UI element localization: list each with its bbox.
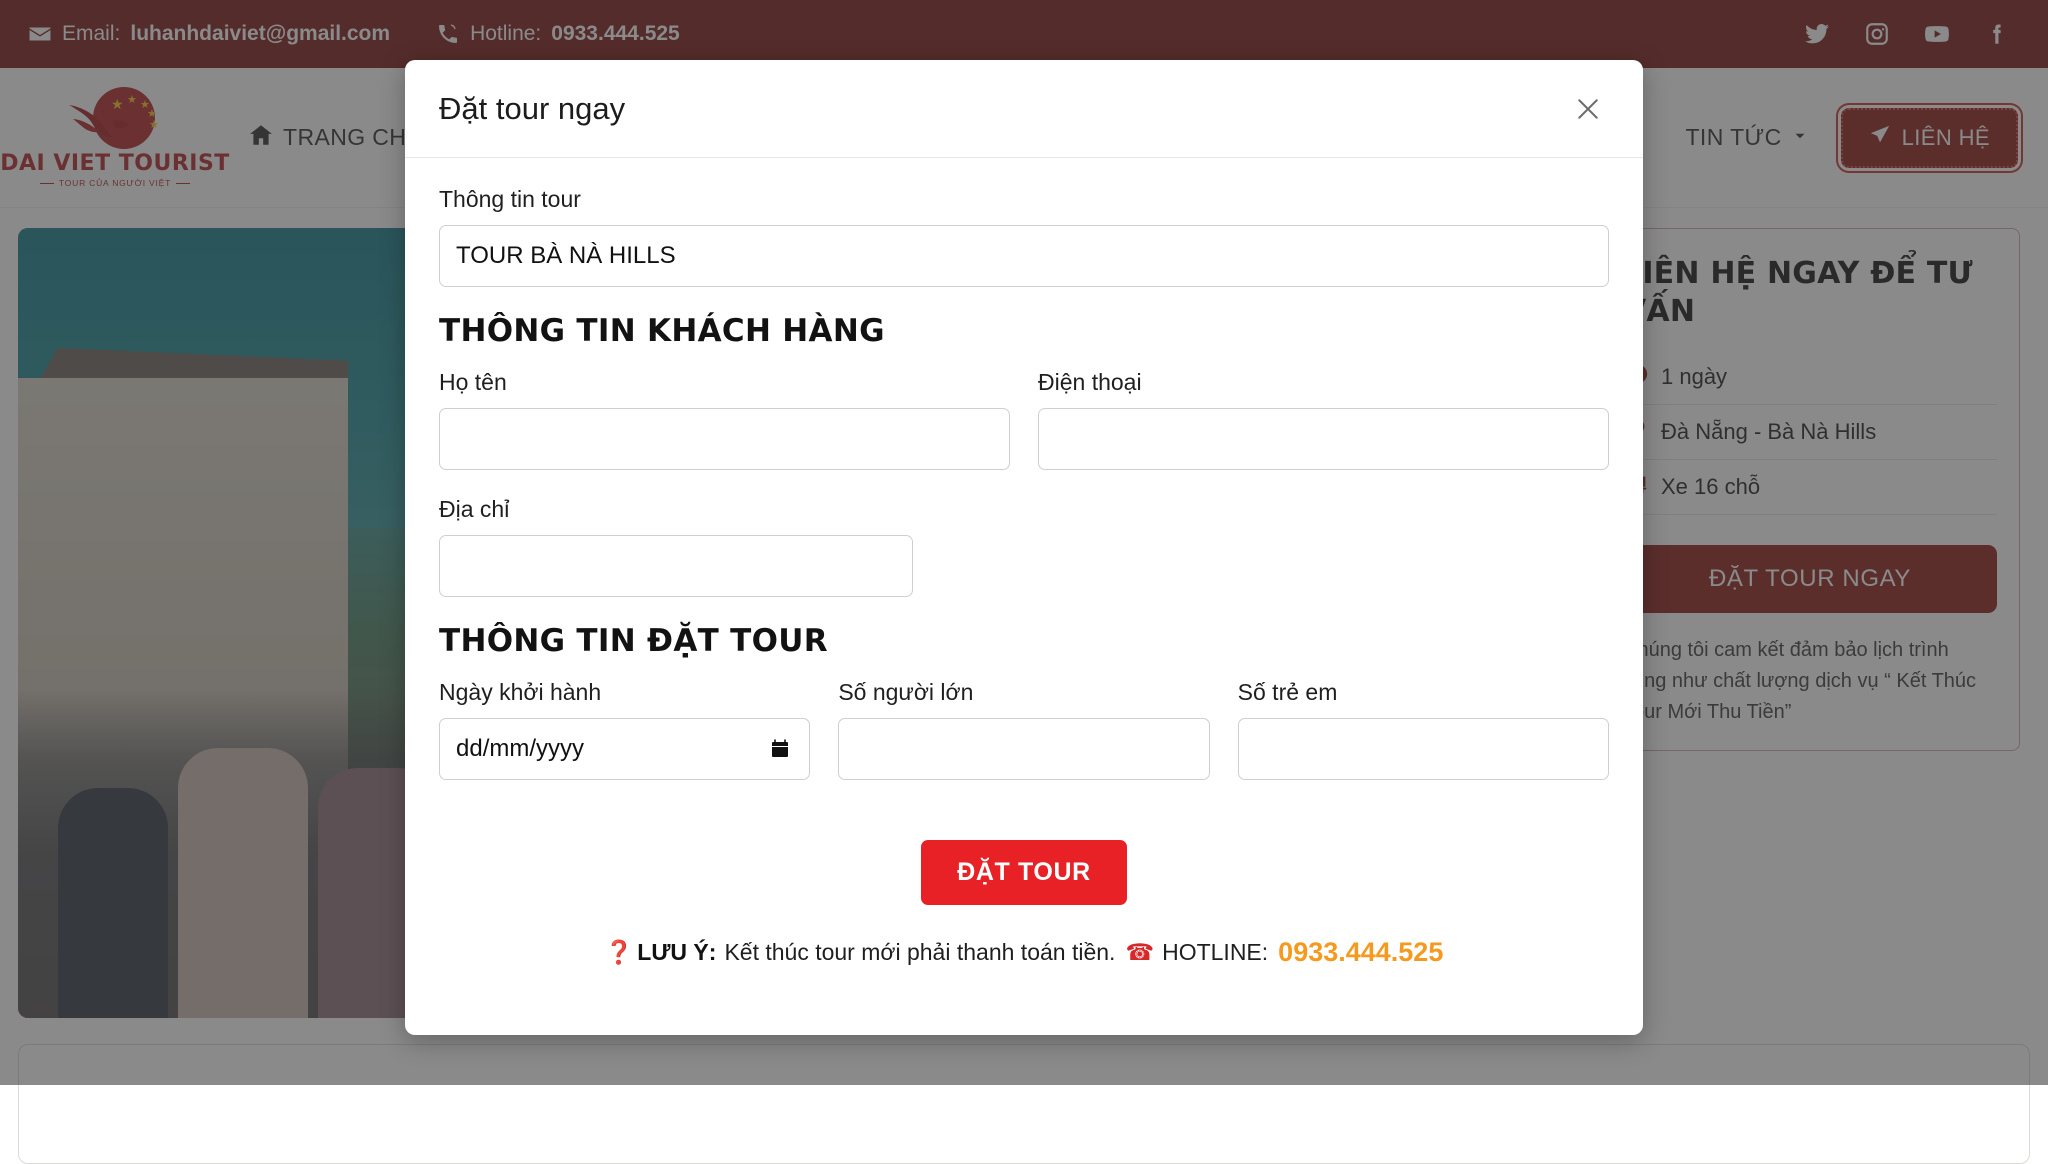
field-label-departure-date: Ngày khởi hành bbox=[439, 679, 810, 706]
address-input[interactable] bbox=[439, 535, 913, 597]
field-phone: Điện thoại bbox=[1038, 369, 1609, 470]
booking-row-1: Ngày khởi hành Số người lớn Số trẻ em bbox=[439, 679, 1609, 806]
footer-hotline-label: HOTLINE: bbox=[1162, 939, 1268, 966]
field-label-adults: Số người lớn bbox=[838, 679, 1209, 706]
modal-overlay[interactable]: Đặt tour ngay Thông tin tour THÔNG TIN K… bbox=[0, 0, 2048, 1085]
field-address: Địa chỉ bbox=[439, 496, 913, 597]
question-mark-icon: ❓ bbox=[605, 939, 634, 966]
close-icon[interactable] bbox=[1567, 88, 1609, 130]
footer-note-text: Kết thúc tour mới phải thanh toán tiền. bbox=[724, 939, 1115, 966]
field-label-phone: Điện thoại bbox=[1038, 369, 1609, 396]
submit-row: ĐẶT TOUR bbox=[439, 840, 1609, 905]
field-label-tour-info: Thông tin tour bbox=[439, 186, 1609, 213]
departure-date-input[interactable] bbox=[439, 718, 810, 780]
field-label-fullname: Họ tên bbox=[439, 369, 1010, 396]
field-label-address: Địa chỉ bbox=[439, 496, 913, 523]
footer-hotline-value: 0933.444.525 bbox=[1278, 937, 1443, 968]
customer-row-1: Họ tên Điện thoại bbox=[439, 369, 1609, 496]
modal-body: Thông tin tour THÔNG TIN KHÁCH HÀNG Họ t… bbox=[405, 158, 1643, 1035]
field-tour-info: Thông tin tour bbox=[439, 186, 1609, 287]
children-input[interactable] bbox=[1238, 718, 1609, 780]
phone-input[interactable] bbox=[1038, 408, 1609, 470]
fullname-input[interactable] bbox=[439, 408, 1010, 470]
tour-info-input[interactable] bbox=[439, 225, 1609, 287]
field-departure-date: Ngày khởi hành bbox=[439, 679, 810, 780]
modal-header: Đặt tour ngay bbox=[405, 60, 1643, 158]
adults-input[interactable] bbox=[838, 718, 1209, 780]
booking-modal: Đặt tour ngay Thông tin tour THÔNG TIN K… bbox=[405, 60, 1643, 1035]
field-fullname: Họ tên bbox=[439, 369, 1010, 470]
telephone-icon: ☎ bbox=[1125, 939, 1154, 966]
booking-section-title: THÔNG TIN ĐẶT TOUR bbox=[439, 623, 1609, 659]
modal-footer-note: ❓ LƯU Ý: Kết thúc tour mới phải thanh to… bbox=[439, 937, 1609, 994]
customer-section-title: THÔNG TIN KHÁCH HÀNG bbox=[439, 313, 1609, 349]
submit-booking-button[interactable]: ĐẶT TOUR bbox=[921, 840, 1127, 905]
field-adults: Số người lớn bbox=[838, 679, 1209, 780]
footer-note-label: LƯU Ý: bbox=[637, 939, 716, 966]
modal-title: Đặt tour ngay bbox=[439, 91, 625, 127]
field-children: Số trẻ em bbox=[1238, 679, 1609, 780]
field-label-children: Số trẻ em bbox=[1238, 679, 1609, 706]
